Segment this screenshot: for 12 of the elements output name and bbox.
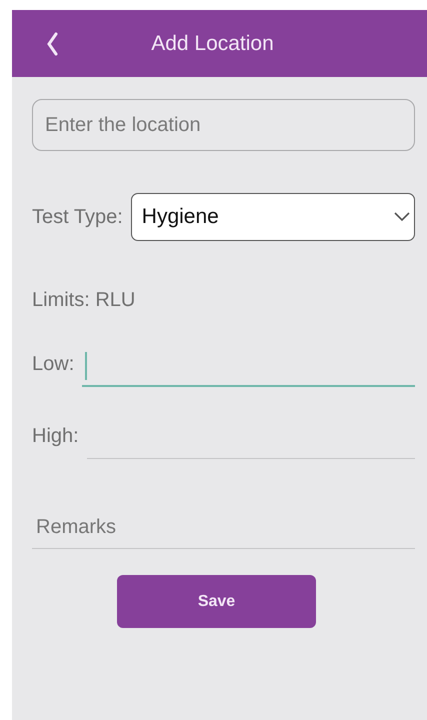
location-field[interactable]: Enter the location [32,99,415,151]
back-icon [46,32,58,56]
page-title: Add Location [150,30,275,57]
limit-label: High: [32,424,79,449]
limits-text: Limits: RLU [32,288,136,313]
text-cursor [85,352,88,380]
test-type-label: Test Type: [32,205,123,230]
remarks-field[interactable]: Remarks [32,507,415,549]
test-type-dropdown[interactable]: Hygiene [130,193,415,241]
chevron-down-icon [394,212,410,222]
limit-label: Low: [32,352,74,377]
save-button[interactable]: Save [117,575,316,628]
